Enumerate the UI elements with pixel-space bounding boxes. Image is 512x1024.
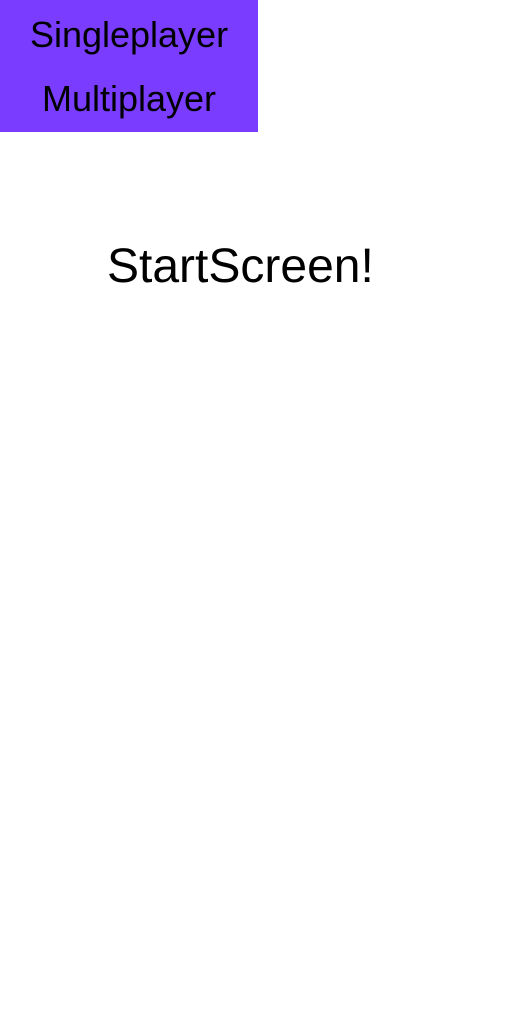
game-mode-menu: Singleplayer Multiplayer (0, 0, 258, 132)
start-screen: Singleplayer Multiplayer StartScreen! (0, 0, 512, 1024)
start-screen-title: StartScreen! (107, 240, 374, 293)
multiplayer-button[interactable]: Multiplayer (0, 67, 258, 131)
singleplayer-button[interactable]: Singleplayer (0, 3, 258, 67)
